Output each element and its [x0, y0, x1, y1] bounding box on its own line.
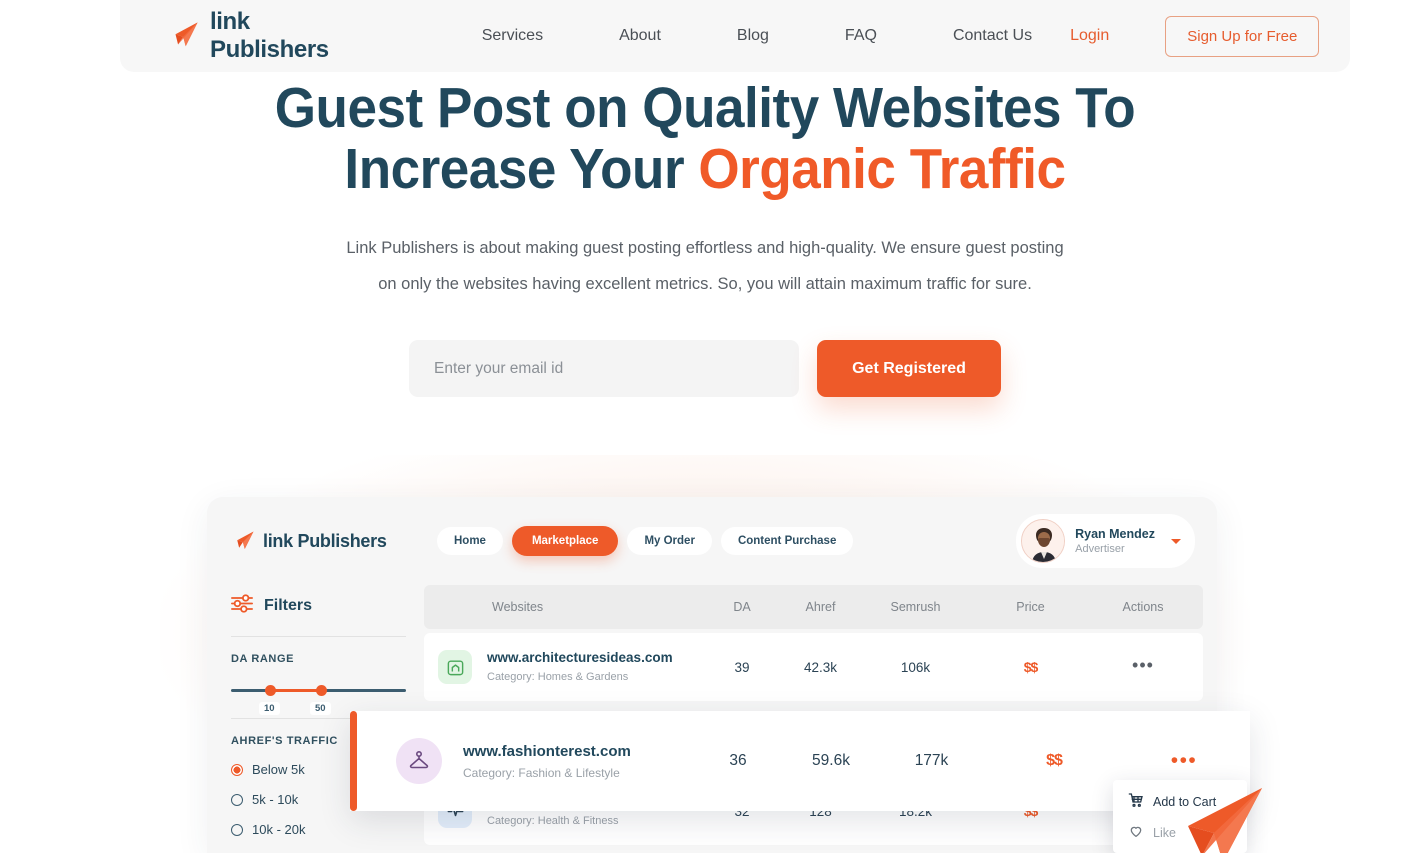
house-icon	[438, 650, 472, 684]
traffic-option-label: Below 5k	[252, 762, 305, 777]
hero-subtitle-line-2: on only the websites having excellent me…	[378, 275, 1032, 293]
more-options-icon[interactable]: •••	[1124, 750, 1244, 771]
row-category: Category: Fashion & Lifestyle	[463, 765, 620, 780]
sign-up-button[interactable]: Sign Up for Free	[1165, 15, 1320, 57]
row-category: Category: Health & Fitness	[487, 815, 619, 827]
filters-label: Filters	[264, 597, 313, 614]
row-url[interactable]: www.architecturesideas.com	[487, 650, 673, 665]
row-ahref: 42.3k	[803, 659, 838, 675]
divider	[231, 636, 406, 637]
brand-name: link Publishers	[210, 8, 329, 63]
signup-form: Get Registered	[0, 340, 1410, 397]
hero-subtitle-line-1: Link Publishers is about making guest po…	[346, 239, 1064, 257]
paper-plane-logo-icon	[167, 19, 201, 53]
row-price: $$	[1046, 752, 1063, 769]
dashboard-brand-name: link Publishers	[263, 530, 387, 551]
row-highlight-bar	[350, 711, 357, 811]
hero-section: Guest Post on Quality Websites To Increa…	[0, 72, 1410, 397]
chevron-down-icon[interactable]	[1171, 538, 1181, 544]
nav-links: Services About Blog FAQ Contact Us	[444, 27, 1070, 45]
filters-header[interactable]: Filters	[231, 594, 424, 618]
paper-plane-logo-icon	[231, 529, 256, 554]
heart-icon	[1128, 823, 1144, 842]
da-range-label: DA RANGE	[231, 653, 295, 665]
user-menu[interactable]: Ryan Mendez Advertiser	[1016, 514, 1195, 568]
slider-handle-max[interactable]	[316, 685, 327, 696]
context-menu-item-add-to-cart[interactable]: Add to Cart	[1113, 786, 1247, 817]
radio-icon	[231, 793, 243, 806]
row-site-text: www.architecturesideas.com Category: Hom…	[487, 649, 673, 685]
row-da: 36	[729, 752, 747, 769]
user-role: Advertiser	[1075, 542, 1125, 555]
page-title: Guest Post on Quality Websites To Increa…	[49, 72, 1360, 200]
traffic-option-10k-20k[interactable]: 10k - 20k	[231, 822, 424, 837]
row-context-menu: Add to Cart Like	[1113, 780, 1247, 853]
avatar	[1021, 519, 1066, 563]
hanger-icon	[396, 738, 442, 784]
context-menu-item-label: Like	[1153, 825, 1176, 840]
nav-link-services[interactable]: Services	[444, 27, 581, 45]
brand[interactable]: link Publishers	[167, 8, 329, 64]
column-header-da: DA	[733, 600, 751, 614]
dashboard-tabs: Home Marketplace My Order Content Purcha…	[437, 526, 854, 556]
nav-link-faq[interactable]: FAQ	[807, 27, 915, 45]
more-options-icon[interactable]: •••	[1132, 655, 1154, 675]
email-input[interactable]	[409, 340, 799, 397]
row-url[interactable]: www.fashionterest.com	[463, 743, 693, 760]
traffic-option-label: 5k - 10k	[252, 792, 299, 807]
dashboard-header: link Publishers Home Marketplace My Orde…	[207, 497, 1217, 585]
hero-title-line-1: Guest Post on Quality Websites To	[274, 76, 1136, 140]
user-name: Ryan Mendez	[1075, 526, 1155, 541]
context-menu-item-like[interactable]: Like	[1113, 817, 1247, 848]
slider-value-min: 10	[259, 702, 280, 715]
row-price: $$	[1023, 659, 1039, 675]
nav-link-about[interactable]: About	[581, 27, 699, 45]
sliders-icon	[231, 594, 253, 618]
slider-handle-min[interactable]	[265, 685, 276, 696]
nav-actions: Login Sign Up for Free	[1070, 15, 1320, 57]
traffic-option-label: 10k - 20k	[252, 822, 306, 837]
hero-title-accent: Organic Traffic	[698, 137, 1066, 201]
nav-link-blog[interactable]: Blog	[699, 27, 807, 45]
dashboard-brand[interactable]: link Publishers	[231, 529, 431, 554]
row-ahref: 59.6k	[812, 752, 850, 769]
hero-subtitle: Link Publishers is about making guest po…	[315, 230, 1095, 302]
column-header-actions: Actions	[1122, 600, 1164, 614]
column-header-websites: Websites	[492, 600, 544, 614]
table-header-row: Websites DA Ahref Semrush Price Actions	[424, 585, 1203, 629]
column-header-price: Price	[1016, 600, 1045, 614]
radio-icon	[231, 763, 243, 776]
top-navbar: link Publishers Services About Blog FAQ …	[120, 0, 1350, 72]
user-info: Ryan Mendez Advertiser	[1075, 527, 1155, 556]
hero-title-plain: Increase Your	[344, 137, 699, 201]
slider-value-max: 50	[310, 702, 331, 715]
tab-content-purchase[interactable]: Content Purchase	[720, 527, 854, 555]
landing-page: link Publishers Services About Blog FAQ …	[0, 0, 1410, 853]
row-actions[interactable]: •••	[1093, 655, 1193, 676]
column-header-ahref: Ahref	[805, 600, 836, 614]
row-semrush: 106k	[900, 659, 931, 675]
row-category: Category: Homes & Gardens	[487, 671, 629, 683]
login-link[interactable]: Login	[1070, 27, 1109, 45]
table-row[interactable]: www.architecturesideas.com Category: Hom…	[424, 633, 1203, 701]
tab-marketplace[interactable]: Marketplace	[511, 526, 619, 556]
row-semrush: 177k	[914, 752, 949, 769]
row-da: 39	[734, 659, 750, 675]
tab-home[interactable]: Home	[437, 527, 503, 555]
nav-link-contact-us[interactable]: Contact Us	[915, 27, 1070, 45]
row-website-cell: www.fashionterest.com Category: Fashion …	[463, 743, 693, 780]
get-registered-button[interactable]: Get Registered	[817, 340, 1001, 397]
da-range-slider[interactable]: 10 50	[231, 682, 406, 715]
radio-icon	[231, 823, 243, 836]
context-menu-item-label: Add to Cart	[1153, 794, 1217, 809]
tab-my-order[interactable]: My Order	[627, 527, 712, 555]
row-website-cell: www.architecturesideas.com Category: Hom…	[424, 649, 706, 685]
cart-icon	[1128, 792, 1144, 811]
column-header-semrush: Semrush	[890, 600, 941, 614]
hero-title-line-2: Increase Your Organic Traffic	[49, 139, 1360, 200]
